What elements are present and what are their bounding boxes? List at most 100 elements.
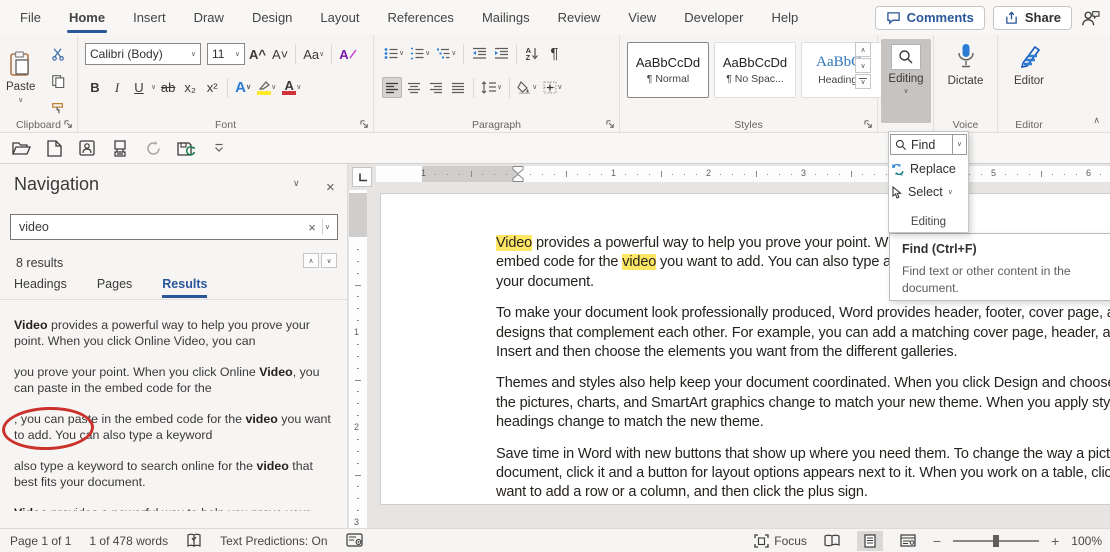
new-document-icon[interactable] <box>43 137 65 159</box>
find-split-chevron-icon[interactable]: ∨ <box>952 135 966 154</box>
zoom-out-button[interactable]: − <box>933 533 941 549</box>
tab-insert[interactable]: Insert <box>119 0 180 35</box>
tab-view[interactable]: View <box>614 0 670 35</box>
previous-result-button[interactable]: ∧ <box>303 253 319 268</box>
change-case-button[interactable]: Aa∨ <box>301 44 326 65</box>
tab-home[interactable]: Home <box>55 0 119 35</box>
tab-mailings[interactable]: Mailings <box>468 0 544 35</box>
styles-gallery-expand-button[interactable]: ∨ <box>855 74 871 89</box>
align-center-button[interactable] <box>404 77 424 98</box>
zoom-level[interactable]: 100% <box>1071 534 1102 548</box>
align-right-button[interactable] <box>426 77 446 98</box>
find-menu-item[interactable]: Find ∨ <box>890 134 967 155</box>
justify-button[interactable] <box>448 77 468 98</box>
print-preview-icon[interactable] <box>109 137 131 159</box>
collapse-ribbon-chevron-icon[interactable]: ∧ <box>1093 115 1100 126</box>
save-sync-icon[interactable] <box>175 137 197 159</box>
nav-tab-results[interactable]: Results <box>162 277 207 298</box>
borders-button[interactable]: ∨ <box>541 77 564 98</box>
paragraph-dialog-launcher[interactable] <box>606 120 616 130</box>
clipboard-dialog-launcher[interactable] <box>64 120 74 130</box>
font-size-combobox[interactable]: 11 ∨ <box>207 43 245 65</box>
print-layout-button[interactable] <box>857 531 883 551</box>
dictate-button[interactable]: Dictate <box>934 35 997 87</box>
search-result-item[interactable]: you prove your point. When you click Onl… <box>14 365 336 397</box>
clear-search-icon[interactable]: × <box>302 220 322 235</box>
undo-icon[interactable] <box>142 137 164 159</box>
contact-card-icon[interactable] <box>76 137 98 159</box>
tab-draw[interactable]: Draw <box>180 0 238 35</box>
select-menu-item[interactable]: Select ∨ <box>891 182 953 202</box>
tab-review[interactable]: Review <box>544 0 615 35</box>
grow-font-button[interactable]: A^ <box>247 44 268 65</box>
multilevel-list-button[interactable]: ∨ <box>434 43 458 64</box>
cut-button[interactable] <box>48 43 68 64</box>
format-painter-button[interactable] <box>48 97 68 118</box>
tab-design[interactable]: Design <box>238 0 306 35</box>
zoom-in-button[interactable]: + <box>1051 533 1059 549</box>
styles-scroll-up-button[interactable]: ∧ <box>855 42 871 57</box>
nav-tab-headings[interactable]: Headings <box>14 277 67 298</box>
first-line-indent-marker[interactable] <box>512 166 524 174</box>
clear-formatting-button[interactable]: A <box>337 44 358 65</box>
text-highlight-button[interactable]: ∨ <box>255 77 278 98</box>
strikethrough-button[interactable]: ab <box>158 77 178 98</box>
tab-developer[interactable]: Developer <box>670 0 757 35</box>
italic-button[interactable]: I <box>107 77 127 98</box>
comments-button[interactable]: Comments <box>875 6 985 30</box>
replace-menu-item[interactable]: bc Replace <box>891 159 956 179</box>
tab-layout[interactable]: Layout <box>306 0 373 35</box>
editing-menu-button[interactable]: Editing ∨ <box>881 39 931 123</box>
tab-references[interactable]: References <box>373 0 467 35</box>
customize-qat-chevron-icon[interactable] <box>208 137 230 159</box>
decrease-indent-button[interactable] <box>469 43 489 64</box>
web-layout-button[interactable] <box>895 531 921 551</box>
zoom-slider-handle[interactable] <box>993 535 999 547</box>
tab-file[interactable]: File <box>6 0 55 35</box>
paste-button[interactable]: Paste ∨ <box>6 43 35 104</box>
underline-button[interactable]: U <box>129 77 149 98</box>
editor-button[interactable]: Editor <box>998 35 1060 87</box>
style-card-2[interactable]: AaBbCcDd¶ No Spac... <box>714 42 796 98</box>
search-result-item[interactable]: Video provides a powerful way to help yo… <box>14 506 336 511</box>
nav-tab-pages[interactable]: Pages <box>97 277 132 298</box>
align-left-button[interactable] <box>382 77 402 98</box>
increase-indent-button[interactable] <box>491 43 511 64</box>
nav-pane-options-chevron-icon[interactable]: ∨ <box>293 179 300 188</box>
proofing-icon[interactable] <box>186 533 202 548</box>
text-predictions-status[interactable]: Text Predictions: On <box>220 534 327 548</box>
open-file-icon[interactable] <box>10 137 32 159</box>
sort-button[interactable]: AZ <box>522 43 542 64</box>
word-count[interactable]: 1 of 478 words <box>89 534 168 548</box>
numbering-button[interactable]: ∨ <box>408 43 432 64</box>
search-options-chevron-icon[interactable]: ∨ <box>323 224 337 231</box>
search-result-item[interactable]: Video provides a powerful way to help yo… <box>14 318 336 350</box>
font-name-combobox[interactable]: Calibri (Body) ∨ <box>85 43 201 65</box>
read-mode-button[interactable] <box>819 531 845 551</box>
line-spacing-button[interactable]: ∨ <box>479 77 504 98</box>
nav-search-input[interactable] <box>11 220 302 234</box>
shrink-font-button[interactable]: A˅ <box>270 44 290 65</box>
chevron-down-icon[interactable]: ∨ <box>151 84 156 91</box>
nav-pane-close-icon[interactable]: × <box>326 179 335 196</box>
style-card-1[interactable]: AaBbCcDd¶ Normal <box>627 42 709 98</box>
tab-stop-selector[interactable] <box>352 167 372 187</box>
copy-button[interactable] <box>48 70 68 91</box>
superscript-button[interactable]: x² <box>202 77 222 98</box>
font-color-button[interactable]: A ∨ <box>280 77 303 98</box>
styles-scroll-down-button[interactable]: ∨ <box>855 58 871 73</box>
presence-person-icon[interactable] <box>1080 9 1100 27</box>
next-result-button[interactable]: ∨ <box>321 253 337 268</box>
text-predictions-icon[interactable] <box>346 533 363 548</box>
font-dialog-launcher[interactable] <box>360 120 370 130</box>
bold-button[interactable]: B <box>85 77 105 98</box>
bullets-button[interactable]: ∨ <box>382 43 406 64</box>
share-button[interactable]: Share <box>993 6 1072 30</box>
styles-dialog-launcher[interactable] <box>864 120 874 130</box>
zoom-slider[interactable] <box>953 534 1039 548</box>
subscript-button[interactable]: x₂ <box>180 77 200 98</box>
show-paragraph-marks-button[interactable]: ¶ <box>544 43 564 64</box>
tab-help[interactable]: Help <box>757 0 812 35</box>
shading-button[interactable]: ∨ <box>515 77 539 98</box>
left-indent-marker[interactable] <box>512 174 524 182</box>
